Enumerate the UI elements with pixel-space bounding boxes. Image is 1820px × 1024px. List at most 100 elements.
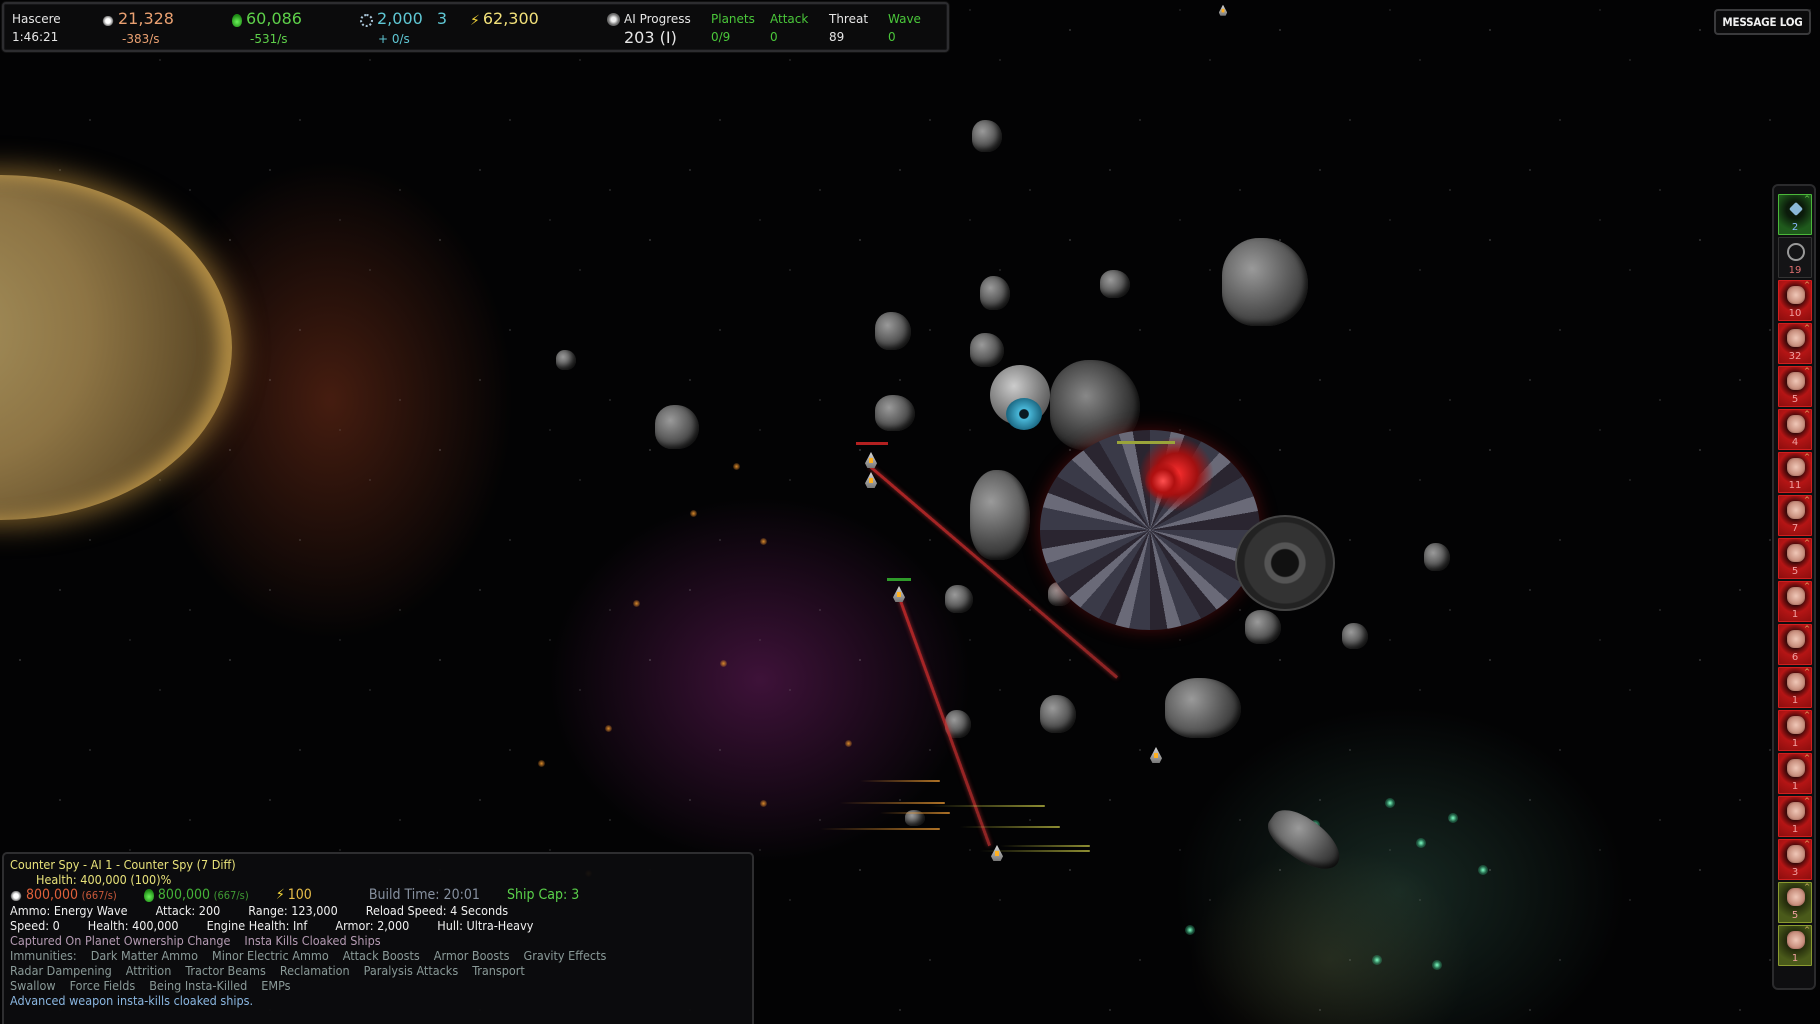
immunities-label: Immunities:: [10, 948, 77, 963]
ember-particle: [845, 740, 852, 747]
stat-speed: Speed: 0: [10, 918, 60, 933]
wave-stat[interactable]: Wave 0: [888, 10, 921, 46]
ai-ship[interactable]: [862, 450, 880, 472]
nebula-spark: [1416, 838, 1426, 848]
asteroid[interactable]: [1222, 238, 1308, 326]
asteroid[interactable]: [970, 470, 1030, 560]
nebula-spark: [1432, 960, 1442, 970]
nebula-spark: [1448, 813, 1458, 823]
ship-health-bar: [856, 442, 888, 445]
unit-group-9[interactable]: ^ 1: [1778, 581, 1812, 622]
immunity-tag: Armor Boosts: [433, 948, 510, 963]
asteroid[interactable]: [875, 312, 911, 350]
unit-group-3[interactable]: ^ 32: [1778, 323, 1812, 364]
unit-group-16[interactable]: ^ 5: [1778, 882, 1812, 923]
nebula-spark: [1185, 925, 1195, 935]
asteroid[interactable]: [1424, 543, 1450, 571]
unit-group-1[interactable]: 19: [1778, 237, 1812, 278]
wave-value: 0: [888, 30, 896, 44]
asteroid[interactable]: [1342, 623, 1368, 649]
asteroid[interactable]: [1245, 610, 1281, 644]
asteroid[interactable]: [970, 333, 1004, 367]
science-extra: 3: [436, 9, 447, 28]
unit-group-bar: ^ 2 19 ^ 10 ^ 32 ^ 5 ^ 4 ^ 11 ^ 7 ^ 5 ^ 1 ^ 6 ^ 1 ^ 1 ^ 1 ^ 1 ^ 3 ^ 5 ^ 1: [1772, 184, 1816, 990]
unit-count: 4: [1791, 437, 1799, 448]
asteroid[interactable]: [1040, 695, 1076, 733]
metal-cost: 800,000: [26, 887, 79, 903]
ember-particle: [633, 600, 640, 607]
unit-group-12[interactable]: ^ 1: [1778, 710, 1812, 751]
nebula-spark: [1372, 955, 1382, 965]
message-log-button[interactable]: MESSAGE LOG: [1714, 9, 1811, 35]
unit-group-17[interactable]: ^ 1: [1778, 925, 1812, 966]
unit-group-8[interactable]: ^ 5: [1778, 538, 1812, 579]
station-core-light: [1145, 463, 1181, 499]
metal-resource[interactable]: 21,328 -383/s: [102, 10, 174, 48]
unit-group-6[interactable]: ^ 11: [1778, 452, 1812, 493]
planets-stat[interactable]: Planets 0/9: [711, 10, 755, 46]
unit-group-5[interactable]: ^ 4: [1778, 409, 1812, 450]
crystal-cost-rate: (667/s): [213, 889, 249, 902]
ship-icon: [1787, 372, 1805, 390]
ai-progress[interactable]: AI Progress 203 (I): [607, 10, 691, 46]
attack-stat[interactable]: Attack 0: [770, 10, 808, 46]
unit-count: 10: [1788, 308, 1802, 319]
asteroid[interactable]: [945, 585, 973, 613]
unit-group-0[interactable]: ^ 2: [1778, 194, 1812, 235]
abilities-row: Captured On Planet Ownership Change Insta…: [10, 933, 746, 948]
crystal-resource[interactable]: 60,086 -531/s: [232, 10, 302, 48]
rank-chevron-icon: ^: [1804, 840, 1810, 848]
asteroid[interactable]: [1100, 270, 1130, 298]
science-value: 2,000: [377, 9, 423, 28]
ember-particle: [760, 538, 767, 545]
asteroid[interactable]: [1165, 678, 1241, 738]
rank-chevron-icon: ^: [1804, 711, 1810, 719]
unit-group-13[interactable]: ^ 1: [1778, 753, 1812, 794]
unit-group-11[interactable]: ^ 1: [1778, 667, 1812, 708]
ember-particle: [733, 463, 740, 470]
unit-count: 19: [1788, 265, 1802, 276]
ai-ship[interactable]: [1217, 3, 1230, 18]
unit-group-15[interactable]: ^ 3: [1778, 839, 1812, 880]
station-health-bar: [1117, 441, 1175, 444]
player-info: Hascere 1:46:21: [12, 10, 61, 46]
rank-chevron-icon: ^: [1804, 625, 1810, 633]
asteroid[interactable]: [655, 405, 699, 449]
eye-iris: [1006, 398, 1042, 430]
player-name: Hascere: [12, 12, 61, 26]
ship-icon: [1787, 888, 1805, 906]
ai-ship[interactable]: [862, 470, 880, 492]
rank-chevron-icon: ^: [1804, 668, 1810, 676]
unit-group-7[interactable]: ^ 7: [1778, 495, 1812, 536]
ship-cap: Ship Cap: 3: [507, 887, 580, 903]
unit-description: Advanced weapon insta-kills cloaked ship…: [10, 993, 254, 1008]
planets-label: Planets: [711, 12, 755, 26]
unit-group-4[interactable]: ^ 5: [1778, 366, 1812, 407]
asteroid[interactable]: [556, 350, 576, 370]
immunity-tag: Dark Matter Ammo: [90, 948, 198, 963]
projectile-trail: [840, 802, 945, 804]
asteroid[interactable]: [972, 120, 1002, 152]
unit-group-2[interactable]: ^ 10: [1778, 280, 1812, 321]
asteroid[interactable]: [980, 276, 1010, 310]
player-ship[interactable]: [1147, 745, 1165, 767]
ship-icon: [1787, 329, 1805, 347]
threat-stat[interactable]: Threat 89: [829, 10, 868, 46]
player-ship[interactable]: [890, 584, 908, 606]
counter-spy-station[interactable]: [1040, 430, 1260, 630]
unit-group-10[interactable]: ^ 6: [1778, 624, 1812, 665]
ai-progress-value: 203 (I): [624, 28, 677, 47]
stat-attack: Attack: 200: [155, 903, 221, 918]
rank-chevron-icon: ^: [1804, 797, 1810, 805]
station-ring-module[interactable]: [1235, 515, 1335, 611]
energy-resource[interactable]: ⚡ 62,300: [470, 10, 539, 30]
science-resource[interactable]: 2,000 3 + 0/s: [360, 10, 447, 48]
projectile-trail: [1000, 845, 1090, 847]
asteroid[interactable]: [875, 395, 915, 431]
unit-info-panel: Counter Spy - AI 1 - Counter Spy (7 Diff…: [2, 852, 754, 1024]
ember-particle: [538, 760, 545, 767]
immunity-tag: Swallow: [10, 978, 56, 993]
unit-group-14[interactable]: ^ 1: [1778, 796, 1812, 837]
ship-icon: [1787, 630, 1805, 648]
ship-icon: [1787, 759, 1805, 777]
